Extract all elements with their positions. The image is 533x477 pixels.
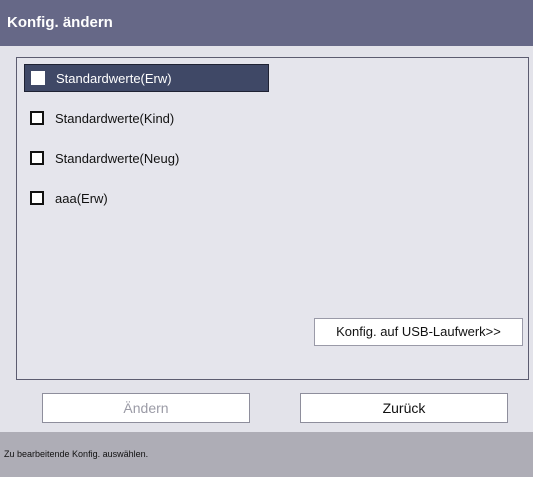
config-panel: Standardwerte(Erw) Standardwerte(Kind) S… (0, 46, 533, 432)
config-list[interactable]: Standardwerte(Erw) Standardwerte(Kind) S… (16, 57, 529, 380)
status-bar: Zu bearbeitende Konfig. auswählen. (0, 432, 533, 477)
list-item[interactable]: aaa(Erw) (24, 184, 269, 212)
checkbox[interactable] (30, 151, 44, 165)
list-item[interactable]: Standardwerte(Kind) (24, 104, 269, 132)
list-item-label: Standardwerte(Erw) (56, 70, 172, 86)
list-item[interactable]: Standardwerte(Neug) (24, 144, 269, 172)
change-button[interactable]: Ändern (42, 393, 250, 423)
copy-to-usb-button[interactable]: Konfig. auf USB-Laufwerk>> (314, 318, 523, 346)
list-item-label: Standardwerte(Neug) (55, 150, 180, 166)
window-title: Konfig. ändern (0, 0, 533, 46)
back-button[interactable]: Zurück (300, 393, 508, 423)
checkbox[interactable] (30, 191, 44, 205)
checkbox[interactable] (30, 111, 44, 125)
checkbox[interactable] (31, 71, 45, 85)
list-item-label: aaa(Erw) (55, 190, 108, 206)
list-item-label: Standardwerte(Kind) (55, 110, 175, 126)
list-item[interactable]: Standardwerte(Erw) (24, 64, 269, 92)
